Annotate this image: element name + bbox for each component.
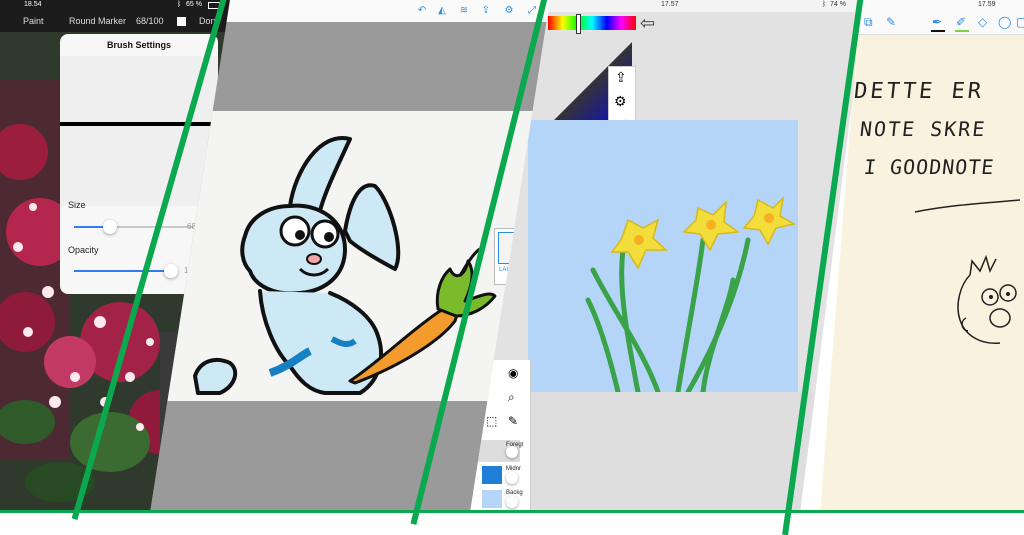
- pen-icon[interactable]: ✒: [932, 15, 942, 29]
- layer-background[interactable]: Backg: [476, 488, 523, 510]
- layer-opacity-knob[interactable]: [506, 472, 518, 484]
- visibility-eye-icon[interactable]: ◉: [508, 366, 518, 380]
- bunny-drawing: [193, 135, 497, 395]
- opacity-label: Opacity: [68, 245, 99, 255]
- hue-slider[interactable]: [548, 16, 636, 30]
- edit-icon[interactable]: ✎: [886, 15, 896, 29]
- selection-icon[interactable]: ⬚: [486, 414, 497, 428]
- status-battery: 65 %: [186, 1, 202, 8]
- brush-settings-title: Brush Settings: [106, 40, 171, 50]
- layer-label: Backg: [506, 490, 523, 496]
- painting-canvas[interactable]: [528, 120, 798, 395]
- layer-opacity-knob[interactable]: [506, 496, 518, 508]
- status-time: 17.59: [978, 1, 996, 8]
- size-slider-knob[interactable]: [103, 220, 117, 234]
- shapes-icon[interactable]: ◭: [436, 5, 448, 17]
- comment-icon[interactable]: ▢: [1016, 15, 1024, 29]
- share-icon[interactable]: ⇪: [615, 69, 627, 86]
- search-icon[interactable]: ⌕: [508, 390, 515, 405]
- toolbar: Paint Round Marker 68/100 Done: [0, 12, 230, 32]
- layer-swatch: [482, 466, 502, 484]
- eraser-icon[interactable]: ◇: [978, 15, 987, 29]
- brush-preview: [60, 56, 218, 206]
- highlighter-color-indicator: [955, 30, 969, 32]
- layer-swatch: [482, 490, 502, 508]
- brush-icon[interactable]: ✎: [508, 414, 518, 428]
- status-time: 18.54: [24, 1, 42, 8]
- layer-opacity-knob[interactable]: [506, 446, 518, 458]
- brush-stroke-preview: [60, 122, 218, 126]
- share-icon[interactable]: ⇪: [480, 5, 492, 17]
- back-arrow-icon[interactable]: ⇦: [640, 13, 655, 34]
- brush-count[interactable]: 68/100: [136, 16, 164, 26]
- lasso-icon[interactable]: ◯: [998, 15, 1011, 29]
- layer-middle[interactable]: Midnr: [476, 464, 522, 486]
- color-swatch[interactable]: [177, 17, 186, 26]
- pen-color-indicator: [931, 30, 945, 32]
- status-time: 17.57: [661, 1, 679, 8]
- bluetooth-icon: ᛒ: [177, 1, 182, 8]
- settings-icon[interactable]: ⚙: [503, 5, 515, 17]
- paint-button[interactable]: Paint: [23, 16, 44, 26]
- hue-slider-handle[interactable]: [576, 14, 581, 34]
- settings-icon[interactable]: ⚙: [614, 93, 627, 110]
- status-battery: 74 %: [830, 1, 846, 8]
- highlighter-icon[interactable]: ✐: [956, 15, 966, 29]
- shapes-icon[interactable]: ⧉: [864, 15, 873, 30]
- bluetooth-icon: ᛒ: [822, 1, 827, 8]
- opacity-slider-fill: [74, 270, 174, 272]
- undo-icon[interactable]: ↶: [416, 5, 428, 17]
- canvas-background: [528, 392, 865, 513]
- layers-icon[interactable]: ≋: [458, 5, 470, 17]
- layer-foreground[interactable]: Foregr: [476, 440, 524, 462]
- status-bar: 18.54 ᛒ 65 %: [0, 0, 230, 12]
- opacity-slider-knob[interactable]: [164, 264, 178, 278]
- size-label: Size: [68, 200, 86, 210]
- brush-name-button[interactable]: Round Marker: [69, 16, 126, 26]
- daffodil-painting: [585, 195, 797, 395]
- layer-label: Midnr: [506, 466, 522, 472]
- drawing-canvas[interactable]: [150, 111, 550, 401]
